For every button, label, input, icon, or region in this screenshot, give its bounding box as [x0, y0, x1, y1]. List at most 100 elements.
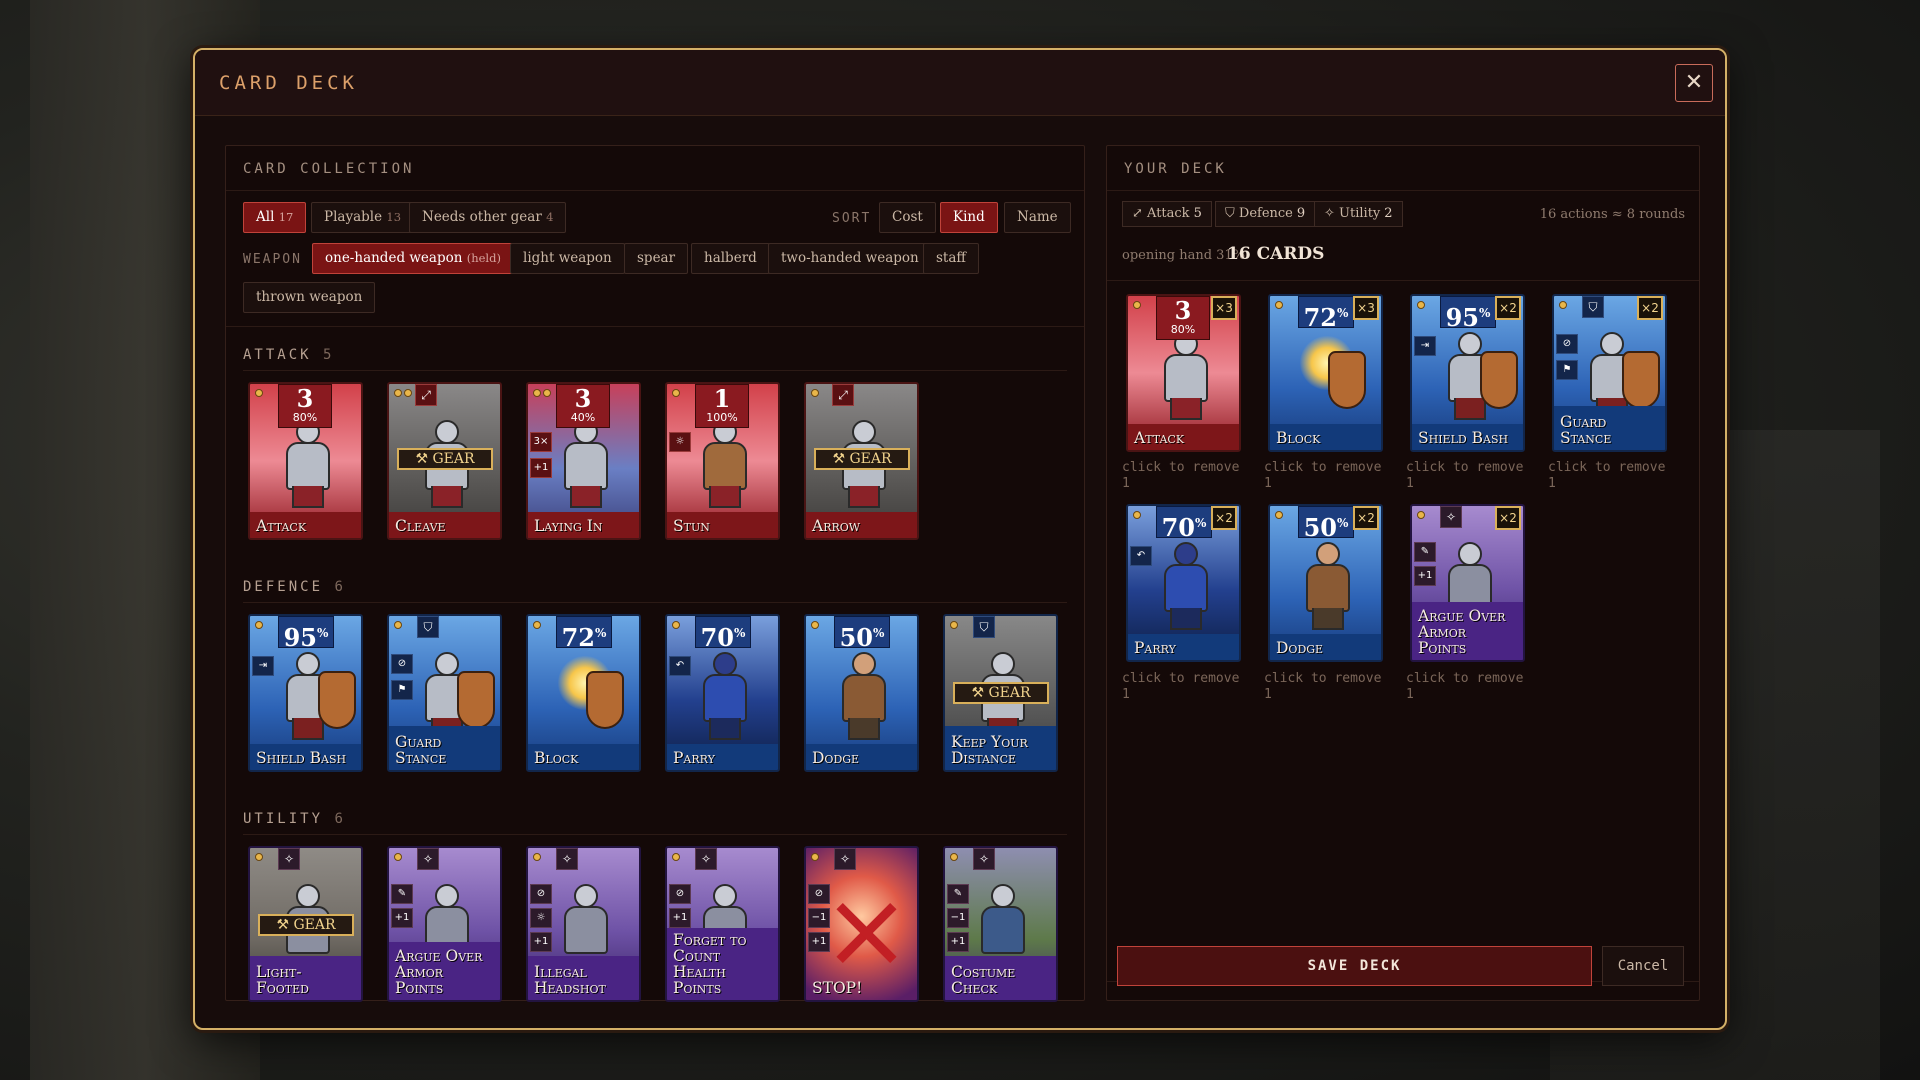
weapon-one-handed[interactable]: one-handed weapon (held): [312, 243, 514, 274]
sparkle-icon: ✧: [973, 848, 995, 870]
push-icon: ⇥: [1414, 336, 1436, 356]
collection-card-argue-over-armor-points[interactable]: ✧ ✎ +1 Argue Over Armor Points: [387, 846, 502, 1002]
collection-card-keep-your-distance[interactable]: ⛉ ⚒ GEAR Keep Your Distance: [943, 614, 1058, 772]
bonus-icon: +1: [947, 932, 969, 952]
sort-kind[interactable]: Kind: [940, 202, 998, 233]
sparkle-icon: ✧: [556, 848, 578, 870]
close-icon: ✕: [1684, 70, 1704, 95]
collection-card-stun[interactable]: 1 100% ☼ Stun: [665, 382, 780, 540]
gear-badge: ⚒ GEAR: [258, 914, 354, 936]
modal-header: CARD DECK ✕: [195, 50, 1725, 116]
collection-card-cleave[interactable]: ⤢ ⚒ GEAR Cleave: [387, 382, 502, 540]
sparkle-icon: ✧: [834, 848, 856, 870]
save-deck-button[interactable]: SAVE DECK: [1117, 946, 1592, 986]
weapon-halberd[interactable]: halberd: [691, 243, 770, 274]
stun-icon: ☼: [530, 908, 552, 928]
block-icon: ⊘: [669, 884, 691, 904]
gear-badge: ⚒ GEAR: [953, 682, 1049, 704]
deck-tag-utility: ✧ Utility 2: [1314, 201, 1403, 227]
stun-icon: ☼: [669, 432, 691, 452]
sparkle-icon: ✧: [1440, 506, 1462, 528]
section-attack-title: ATTACK 5: [243, 347, 335, 363]
deck-card-argue-over-armor-points[interactable]: ✧ ✎ +1 ×2 Argue Over Armor Points: [1410, 504, 1525, 662]
deck-title: YOUR DECK: [1124, 161, 1227, 177]
collection-card-arrow[interactable]: ⤢ ⚒ GEAR Arrow: [804, 382, 919, 540]
sword-icon: ⤢: [1132, 206, 1143, 221]
collection-card-light-footed[interactable]: ✧ ⚒ GEAR Light-Footed: [248, 846, 363, 1002]
deck-card-shield-bash[interactable]: 95% ⇥ ×2 Shield Bash: [1410, 294, 1525, 452]
bonus-icon: +1: [530, 932, 552, 952]
collection-card-stop[interactable]: ✧ ⊘ −1 +1 STOP!: [804, 846, 919, 1002]
shield-icon: ⛉: [1582, 296, 1604, 318]
shield-icon: ⛉: [1225, 206, 1235, 221]
sort-name[interactable]: Name: [1004, 202, 1071, 233]
cancel-button[interactable]: Cancel: [1602, 946, 1684, 986]
deck-card-dodge[interactable]: 50% ×2 Dodge: [1268, 504, 1383, 662]
collection-card-illegal-headshot[interactable]: ✧ ⊘ ☼ +1 Illegal Headshot: [526, 846, 641, 1002]
collection-card-costume-check[interactable]: ✧ ✎ −1 +1 Costume Check: [943, 846, 1058, 1002]
filter-all[interactable]: All 17: [243, 202, 307, 233]
collection-card-dodge[interactable]: 50% Dodge: [804, 614, 919, 772]
collection-card-forget-to-count-health-points[interactable]: ✧ ⊘ +1 Forget to Count Health Points: [665, 846, 780, 1002]
card-multiplier: ×3: [1211, 296, 1237, 320]
weapon-spear[interactable]: spear: [624, 243, 689, 274]
push-icon: ⇥: [252, 656, 274, 676]
collection-card-block[interactable]: 72% Block: [526, 614, 641, 772]
bonus-icon: +1: [669, 908, 691, 928]
close-button[interactable]: ✕: [1675, 64, 1713, 102]
talk-icon: ✎: [391, 884, 413, 904]
shield-icon: ⛉: [973, 616, 995, 638]
bonus-icon: +1: [530, 458, 552, 478]
remove-hint-shield-bash: click to remove 1: [1406, 460, 1524, 491]
remove-hint-block: click to remove 1: [1264, 460, 1382, 491]
card-multiplier: ×3: [1353, 296, 1379, 320]
weapon-light[interactable]: light weapon: [510, 243, 625, 274]
collection-card-parry[interactable]: 70% ↶ Parry: [665, 614, 780, 772]
collection-title: CARD COLLECTION: [243, 161, 415, 177]
card-multiplier: ×2: [1495, 296, 1521, 320]
block-icon: ⊘: [530, 884, 552, 904]
collection-card-guard-stance[interactable]: ⛉ ⊘ ⚑ Guard Stance: [387, 614, 502, 772]
collection-card-laying-in[interactable]: 3 40% 3× +1 Laying In: [526, 382, 641, 540]
section-defence-title: DEFENCE 6: [243, 579, 346, 595]
talk-icon: ✎: [947, 884, 969, 904]
riposte-icon: ↶: [1130, 546, 1152, 566]
sort-cost[interactable]: Cost: [879, 202, 936, 233]
weapon-two-handed[interactable]: two-handed weapon: [768, 243, 932, 274]
flag-icon: ⚑: [391, 680, 413, 700]
filter-needs-other-gear[interactable]: Needs other gear 4: [409, 202, 567, 233]
card-multiplier: ×2: [1637, 296, 1663, 320]
deck-tag-defence: ⛉ Defence 9: [1215, 201, 1316, 227]
block-icon: ⊘: [391, 654, 413, 674]
card-collection-panel: CARD COLLECTION All 17 Playable 13 Needs…: [225, 145, 1085, 1002]
collection-card-attack[interactable]: 3 80% Attack: [248, 382, 363, 540]
deck-card-attack[interactable]: 3 80% ×3 Attack: [1126, 294, 1241, 452]
gear-badge: ⚒ GEAR: [397, 448, 493, 470]
remove-hint-attack: click to remove 1: [1122, 460, 1240, 491]
remove-hint-parry: click to remove 1: [1122, 671, 1240, 702]
deck-card-count: 16 CARDS: [1227, 244, 1325, 264]
your-deck-panel: YOUR DECK ⤢ Attack 5 ⛉ Defence 9 ✧ Utility…: [1106, 145, 1700, 1001]
block-icon: ⊘: [808, 884, 830, 904]
deck-card-parry[interactable]: 70% ↶ ×2 Parry: [1126, 504, 1241, 662]
sparkle-icon: ✧: [1324, 206, 1335, 221]
flag-icon: ⚑: [1556, 360, 1578, 380]
penalty-icon: −1: [947, 908, 969, 928]
riposte-icon: ↶: [669, 656, 691, 676]
deck-card-block[interactable]: 72% ×3 Block: [1268, 294, 1383, 452]
gear-badge: ⚒ GEAR: [814, 448, 910, 470]
card-deck-modal: CARD DECK ✕ CARD COLLECTION All 17 Playa…: [193, 48, 1727, 1030]
sparkle-icon: ✧: [417, 848, 439, 870]
deck-card-guard-stance[interactable]: ⛉ ⊘ ⚑ ×2 Guard Stance: [1552, 294, 1667, 452]
block-icon: ⊘: [1556, 334, 1578, 354]
filter-playable[interactable]: Playable 13: [311, 202, 415, 233]
spear-icon: ⤢: [832, 384, 854, 406]
weapon-label: WEAPON: [243, 252, 302, 267]
weapon-thrown[interactable]: thrown weapon: [243, 282, 376, 313]
remove-hint-dodge: click to remove 1: [1264, 671, 1382, 702]
remove-hint-guard-stance: click to remove 1: [1548, 460, 1666, 491]
weapon-staff[interactable]: staff: [923, 243, 979, 274]
sparkle-icon: ✧: [695, 848, 717, 870]
collection-card-shield-bash[interactable]: 95% ⇥ Shield Bash: [248, 614, 363, 772]
penalty-icon: −1: [808, 908, 830, 928]
